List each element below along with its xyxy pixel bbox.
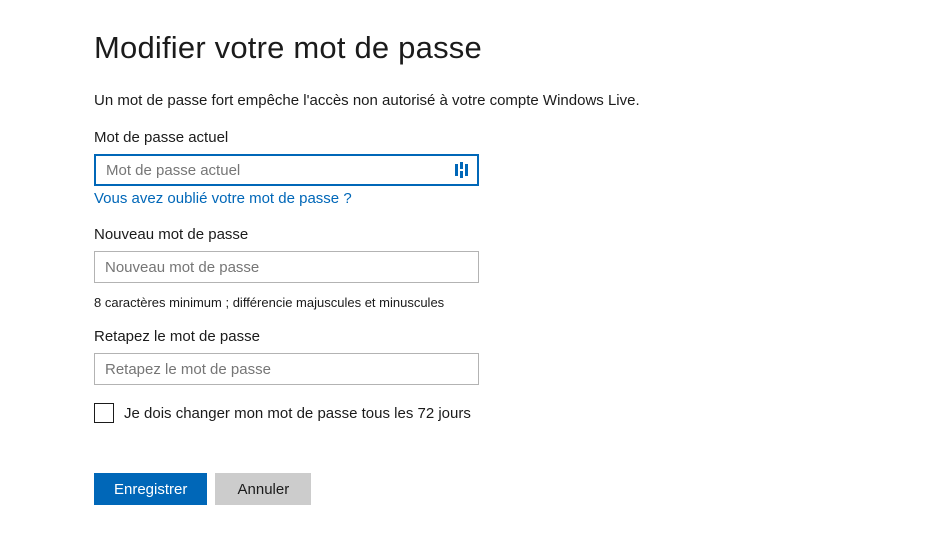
new-password-label: Nouveau mot de passe xyxy=(94,226,944,243)
cancel-button[interactable]: Annuler xyxy=(215,473,311,505)
retype-password-label: Retapez le mot de passe xyxy=(94,328,944,345)
retype-password-wrapper xyxy=(94,353,479,385)
retype-password-input[interactable] xyxy=(94,353,479,385)
current-password-label: Mot de passe actuel xyxy=(94,129,944,146)
new-password-wrapper xyxy=(94,251,479,283)
page-title: Modifier votre mot de passe xyxy=(94,30,944,66)
save-button[interactable]: Enregistrer xyxy=(94,473,207,505)
page-description: Un mot de passe fort empêche l'accès non… xyxy=(94,92,944,109)
new-password-input[interactable] xyxy=(94,251,479,283)
current-password-input[interactable] xyxy=(94,154,479,186)
password-hint: 8 caractères minimum ; différencie majus… xyxy=(94,295,944,310)
expiry-checkbox-row: Je dois changer mon mot de passe tous le… xyxy=(94,403,944,423)
forgot-password-link[interactable]: Vous avez oublié votre mot de passe ? xyxy=(94,190,352,207)
retype-password-group: Retapez le mot de passe xyxy=(94,328,944,385)
current-password-wrapper xyxy=(94,154,479,186)
button-row: Enregistrer Annuler xyxy=(94,473,944,505)
new-password-group: Nouveau mot de passe xyxy=(94,226,944,283)
password-reveal-icon[interactable] xyxy=(453,161,471,179)
expiry-checkbox[interactable] xyxy=(94,403,114,423)
expiry-checkbox-label[interactable]: Je dois changer mon mot de passe tous le… xyxy=(124,405,471,422)
current-password-group: Mot de passe actuel Vous avez oublié vot… xyxy=(94,129,944,208)
